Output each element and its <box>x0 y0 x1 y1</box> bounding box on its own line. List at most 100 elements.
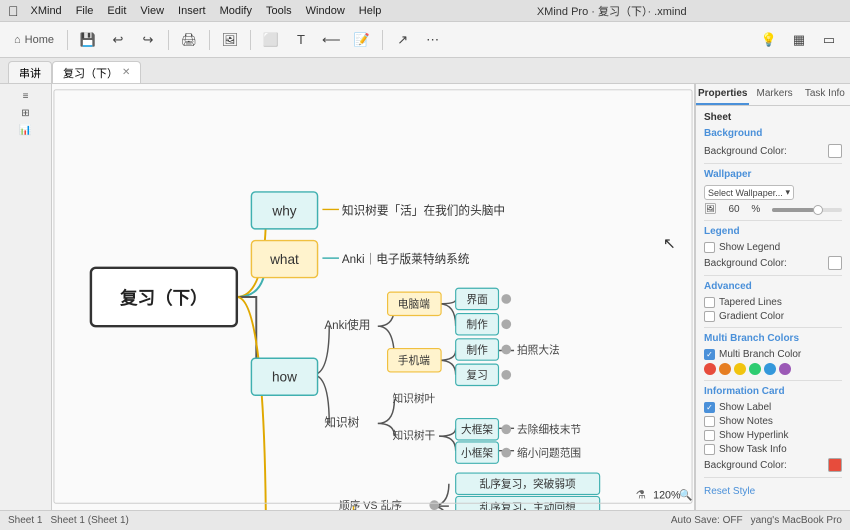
tab-bar: 串讲 复习（下） ✕ <box>0 58 850 84</box>
bg-color-swatch[interactable] <box>828 144 842 158</box>
advanced-title: Advanced <box>704 281 842 292</box>
select-button[interactable]: ⬜ <box>258 27 284 53</box>
svg-text:界面: 界面 <box>466 294 488 306</box>
multi-branch-checkbox[interactable]: ✓ <box>704 349 715 360</box>
apple-menu[interactable]:  <box>8 3 19 19</box>
sheet-title: Sheet <box>704 112 842 123</box>
tab-close-icon[interactable]: ✕ <box>122 67 130 78</box>
svg-text:知识树要「活」在我们的头脑中: 知识树要「活」在我们的头脑中 <box>342 203 505 217</box>
menu-file[interactable]: File <box>76 5 94 17</box>
show-notes-label: Show Notes <box>719 416 773 427</box>
tapered-lines-checkbox[interactable] <box>704 297 715 308</box>
zoom-slider[interactable] <box>772 208 842 212</box>
zoom-slider-thumb <box>813 205 823 215</box>
svg-text:why: why <box>271 203 296 218</box>
branch-color-blue[interactable] <box>764 363 776 375</box>
show-legend-label: Show Legend <box>719 242 780 253</box>
zoom-unit: % <box>751 204 760 215</box>
status-bar: Sheet 1 Sheet 1 (Sheet 1) Auto Save: OFF… <box>0 510 850 530</box>
show-label-checkbox[interactable]: ✓ <box>704 402 715 413</box>
autosave-status: Auto Save: OFF <box>671 515 743 526</box>
right-panel: Properties Markers Task Info Sheet Backg… <box>695 84 850 510</box>
legend-bg-swatch[interactable] <box>828 256 842 270</box>
show-task-info-label: Show Task Info <box>719 444 787 455</box>
svg-text:复习: 复习 <box>466 369 487 382</box>
tip-button[interactable]: 💡 <box>756 27 782 53</box>
svg-text:Anki｜电子版莱特纳系统: Anki｜电子版莱特纳系统 <box>342 252 470 266</box>
tapered-lines-label: Tapered Lines <box>719 297 782 308</box>
redo-button[interactable]: ↪ <box>135 27 161 53</box>
view-toggle-button[interactable]: ▦ <box>786 27 812 53</box>
toolbar: ⌂ Home 💾 ↩ ↪ 🖨 🖼 ⬜ T ⟵ 📝 ↗ ⋯ 💡 ▦ ▭ <box>0 22 850 58</box>
divider-3 <box>704 275 842 276</box>
properties-tabs: Properties Markers Task Info <box>696 84 850 106</box>
sheet-label[interactable]: Sheet 1 <box>8 515 42 526</box>
legend-bg-label: Background Color: <box>704 258 787 269</box>
svg-text:知识树干: 知识树干 <box>392 429 435 442</box>
gradient-color-checkbox[interactable] <box>704 311 715 322</box>
branch-color-yellow[interactable] <box>734 363 746 375</box>
note-button[interactable]: 📝 <box>349 27 375 53</box>
tab-review[interactable]: 复习（下） ✕ <box>52 61 141 83</box>
wallpaper-chevron: ▾ <box>785 187 790 198</box>
status-right: Auto Save: OFF yang's MacBook Pro <box>671 515 842 526</box>
print-button[interactable]: 🖨 <box>176 27 202 53</box>
tab-markers[interactable]: Markers <box>749 84 799 105</box>
menu-xmind[interactable]: XMind <box>31 5 62 17</box>
menu-window[interactable]: Window <box>306 5 345 17</box>
svg-text:知识树叶: 知识树叶 <box>392 392 435 405</box>
info-card-title: Information Card <box>704 386 842 397</box>
more-button[interactable]: ⋯ <box>420 27 446 53</box>
menu-help[interactable]: Help <box>359 5 382 17</box>
show-label-label: Show Label <box>719 402 771 413</box>
text-button[interactable]: T <box>288 27 314 53</box>
show-notes-checkbox[interactable] <box>704 416 715 427</box>
branch-color-orange[interactable] <box>719 363 731 375</box>
mindmap-item[interactable]: ⊞ <box>2 105 49 122</box>
svg-text:乱序复习，突破弱项: 乱序复习，突破弱项 <box>480 478 577 491</box>
toolbar-separator-3 <box>209 30 210 50</box>
info-bg-swatch[interactable] <box>828 458 842 472</box>
divider-6 <box>704 477 842 478</box>
panel-button[interactable]: ▭ <box>816 27 842 53</box>
svg-text:手机端: 手机端 <box>398 354 430 367</box>
show-task-info-row: Show Task Info <box>704 444 842 455</box>
show-hyperlink-checkbox[interactable] <box>704 430 715 441</box>
undo-button[interactable]: ↩ <box>105 27 131 53</box>
tab-review-label: 复习（下） <box>63 65 118 81</box>
svg-text:120%: 120% <box>653 489 681 501</box>
reset-style-button[interactable]: Reset Style <box>704 483 842 500</box>
tab-task-info[interactable]: Task Info <box>800 84 850 105</box>
gantt-item[interactable]: 📊 <box>2 122 49 139</box>
toolbar-separator <box>67 30 68 50</box>
show-hyperlink-row: Show Hyperlink <box>704 430 842 441</box>
insert-image-button[interactable]: 🖼 <box>217 27 243 53</box>
tab-serial[interactable]: 串讲 <box>8 61 52 83</box>
show-task-info-checkbox[interactable] <box>704 444 715 455</box>
share-button[interactable]: ↗ <box>390 27 416 53</box>
connect-button[interactable]: ⟵ <box>318 27 345 53</box>
canvas[interactable]: 复习（下） why 知识树要「活」在我们的头脑中 what Anki｜电子版莱特… <box>52 84 695 510</box>
branch-color-purple[interactable] <box>779 363 791 375</box>
home-button[interactable]: ⌂ Home <box>8 32 60 48</box>
info-bg-label: Background Color: <box>704 460 787 471</box>
zoom-value: 60 <box>728 204 739 215</box>
show-legend-checkbox[interactable] <box>704 242 715 253</box>
show-hyperlink-label: Show Hyperlink <box>719 430 788 441</box>
menu-edit[interactable]: Edit <box>107 5 126 17</box>
menu-tools[interactable]: Tools <box>266 5 292 17</box>
tab-properties[interactable]: Properties <box>696 84 749 105</box>
branch-color-green[interactable] <box>749 363 761 375</box>
sheet-info: Sheet 1 (Sheet 1) <box>50 515 128 526</box>
tapered-lines-row: Tapered Lines <box>704 297 842 308</box>
sheet-section: Sheet Background Background Color: Wallp… <box>696 106 850 506</box>
menu-view[interactable]: View <box>140 5 164 17</box>
branch-color-red[interactable] <box>704 363 716 375</box>
background-title: Background <box>704 128 842 139</box>
menu-modify[interactable]: Modify <box>220 5 252 17</box>
wallpaper-select-label: Select Wallpaper... <box>708 188 783 198</box>
save-button[interactable]: 💾 <box>75 27 101 53</box>
menu-insert[interactable]: Insert <box>178 5 206 17</box>
wallpaper-select[interactable]: Select Wallpaper... ▾ <box>704 185 794 200</box>
outline-item[interactable]: ≡ <box>2 88 49 105</box>
